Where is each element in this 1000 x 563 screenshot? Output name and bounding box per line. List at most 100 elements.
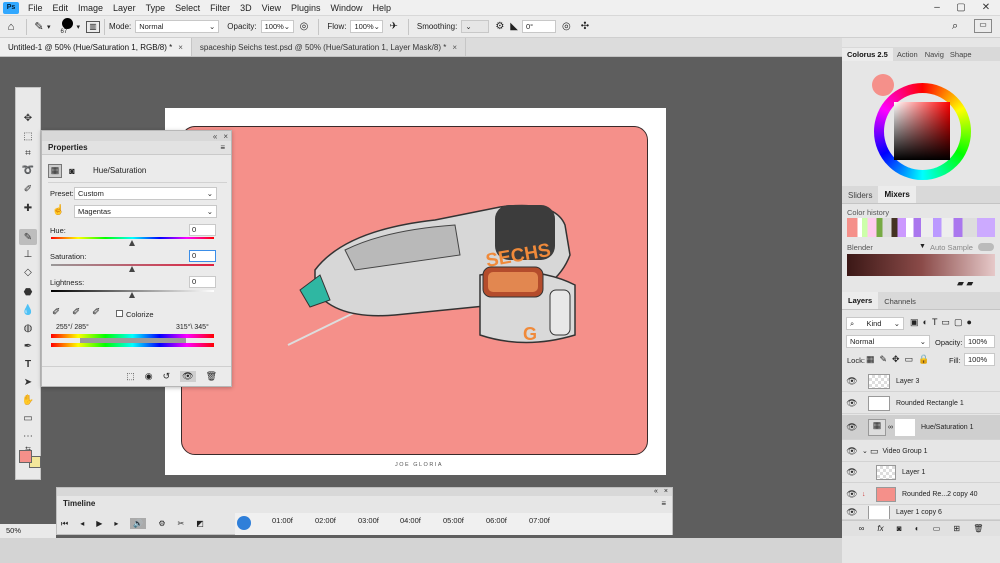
fill-field[interactable]: 100% (964, 353, 995, 366)
layer-row-hue-saturation-1[interactable]: 👁 ▦ ∞ Hue/Saturation 1 (842, 415, 1000, 440)
colorize-checkbox[interactable] (116, 310, 123, 317)
eyedropper-tool-icon[interactable]: ✐ (19, 181, 37, 197)
hand-tool-icon[interactable]: ✋ (19, 392, 37, 408)
blender-tools-icon[interactable]: ▰ ▰ (957, 278, 973, 289)
layer-row-layer-1[interactable]: 👁 Layer 1 (842, 462, 1000, 483)
visibility-icon[interactable]: 👁 (180, 371, 196, 382)
mask-icon[interactable]: ◙ (65, 164, 79, 178)
link-icon[interactable]: ∞ (888, 424, 893, 431)
hue-slider[interactable] (51, 237, 214, 239)
chevron-down-icon[interactable]: ⌄ (862, 447, 870, 455)
collapse-icon[interactable]: « (213, 132, 217, 141)
close-icon[interactable]: × (664, 488, 668, 496)
adjustment-icon[interactable]: ▦ (48, 163, 62, 178)
foreground-color-swatch[interactable] (19, 450, 32, 463)
marquee-tool-icon[interactable]: ⬚ (19, 128, 37, 144)
lightness-value[interactable]: 0 (189, 276, 216, 288)
menu-type[interactable]: Type (141, 3, 171, 13)
adjustment-layer-icon[interactable]: ◐ (915, 524, 920, 533)
brush-settings-icon[interactable]: ▥ (86, 20, 101, 33)
airbrush-icon[interactable]: ✈ (389, 21, 397, 32)
menu-select[interactable]: Select (170, 3, 205, 13)
eyedropper-icon[interactable]: ✐ (52, 307, 60, 318)
menu-filter[interactable]: Filter (205, 3, 235, 13)
new-layer-icon[interactable]: ⊞ (953, 524, 960, 533)
menu-help[interactable]: Help (368, 3, 397, 13)
symmetry-icon[interactable]: ✣ (581, 21, 589, 32)
tab-colorus[interactable]: Colorus 2.5 (842, 47, 893, 61)
hue-value[interactable]: 0 (189, 224, 216, 236)
menu-view[interactable]: View (257, 3, 286, 13)
menu-layer[interactable]: Layer (108, 3, 141, 13)
reset-icon[interactable]: ↺ (163, 371, 171, 382)
targeted-adjustment-icon[interactable]: ☝ (52, 205, 64, 216)
menu-plugins[interactable]: Plugins (286, 3, 326, 13)
chevron-down-icon[interactable]: ▼ (919, 243, 926, 250)
current-color-swatch[interactable] (872, 74, 894, 96)
pressure-size-icon[interactable]: ◎ (562, 21, 571, 32)
path-select-tool-icon[interactable]: ➤ (19, 374, 37, 390)
pen-tool-icon[interactable]: ✒ (19, 338, 37, 354)
gear-icon[interactable]: ⚙ (495, 21, 504, 32)
layer-opacity-field[interactable]: 100% (964, 335, 995, 348)
smoothing-field[interactable]: ⌄ (461, 20, 490, 33)
tab-untitled-1[interactable]: Untitled-1 @ 50% (Hue/Saturation 1, RGB/… (0, 38, 192, 56)
clip-to-layer-icon[interactable]: ⬚ (126, 371, 135, 382)
stamp-tool-icon[interactable]: ⊥ (19, 246, 37, 262)
play-icon[interactable]: ▶ (96, 519, 102, 528)
audio-icon[interactable]: 🔊 (130, 518, 147, 529)
close-icon[interactable]: × (223, 132, 228, 141)
trash-icon[interactable]: 🗑 (206, 371, 217, 382)
link-layers-icon[interactable]: ∞ (859, 524, 865, 533)
menu-image[interactable]: Image (73, 3, 108, 13)
eraser-tool-icon[interactable]: ◇ (19, 264, 37, 280)
saturation-slider-thumb[interactable] (129, 266, 135, 272)
home-icon[interactable]: ⌂ (0, 21, 22, 33)
crop-tool-icon[interactable]: ⌗ (19, 145, 37, 161)
layer-row-layer-1-copy-6[interactable]: 👁 Layer 1 copy 6 (842, 506, 1000, 520)
opacity-field[interactable]: 100% ⌄ (260, 20, 294, 33)
tab-shapes[interactable]: Shape (947, 48, 975, 61)
lightness-slider-thumb[interactable] (129, 292, 135, 298)
saturation-value[interactable]: 0 (189, 250, 216, 262)
brush-tool-icon[interactable]: ✎ (19, 229, 37, 245)
eyedropper-minus-icon[interactable]: ✐ (92, 307, 100, 318)
layer-filter-dropdown[interactable]: ⌕ Kind ⌄ (846, 317, 904, 330)
visibility-eye-icon[interactable]: 👁 (842, 446, 862, 457)
close-icon[interactable]: × (178, 43, 183, 52)
search-icon[interactable]: ⌕ (952, 20, 958, 33)
tab-channels[interactable]: Channels (878, 294, 922, 309)
brush-preset-picker[interactable]: 67 (59, 17, 77, 37)
blur-tool-icon[interactable]: 💧 (19, 302, 37, 318)
workspace-icon[interactable]: ▭ (974, 19, 992, 33)
layer-row-layer-3[interactable]: 👁 Layer 3 (842, 371, 1000, 392)
dodge-tool-icon[interactable]: ◍ (19, 320, 37, 336)
tab-sliders[interactable]: Sliders (842, 188, 878, 203)
trash-icon[interactable]: 🗑 (973, 524, 983, 533)
lasso-tool-icon[interactable]: ➰ (19, 162, 37, 178)
visibility-eye-icon[interactable]: 👁 (842, 507, 862, 518)
menu-file[interactable]: File (23, 3, 48, 13)
blend-mode-dropdown[interactable]: Normal ⌄ (846, 335, 930, 348)
tab-mixers[interactable]: Mixers (878, 186, 916, 203)
color-history-swatches[interactable] (847, 218, 995, 237)
pressure-opacity-icon[interactable]: ◎ (300, 21, 309, 32)
tab-action[interactable]: Action (893, 48, 922, 61)
lock-icons[interactable]: ▦✎✥▭🔒 (866, 354, 934, 365)
visibility-eye-icon[interactable]: 👁 (842, 489, 862, 500)
visibility-eye-icon[interactable]: 👁 (842, 467, 862, 478)
panel-menu-icon[interactable]: ≡ (661, 499, 666, 508)
channel-dropdown[interactable]: Magentas ⌄ (74, 205, 217, 218)
collapse-icon[interactable]: « (654, 488, 658, 496)
add-mask-icon[interactable]: ◙ (897, 524, 902, 533)
move-tool-icon[interactable]: ✥ (19, 110, 37, 126)
previous-frame-icon[interactable]: ◂ (80, 519, 84, 528)
visibility-eye-icon[interactable]: 👁 (842, 422, 862, 433)
mask-thumbnail[interactable] (895, 418, 915, 436)
menu-3d[interactable]: 3D (235, 3, 257, 13)
chevron-down-icon[interactable]: ▾ (47, 23, 51, 31)
preset-dropdown[interactable]: Custom ⌄ (74, 187, 217, 200)
brush-tool-icon[interactable]: ✎ (31, 20, 47, 33)
layer-row-rounded-rectangle-1[interactable]: 👁 Rounded Rectangle 1 (842, 393, 1000, 414)
view-previous-icon[interactable]: ◉ (145, 371, 153, 382)
